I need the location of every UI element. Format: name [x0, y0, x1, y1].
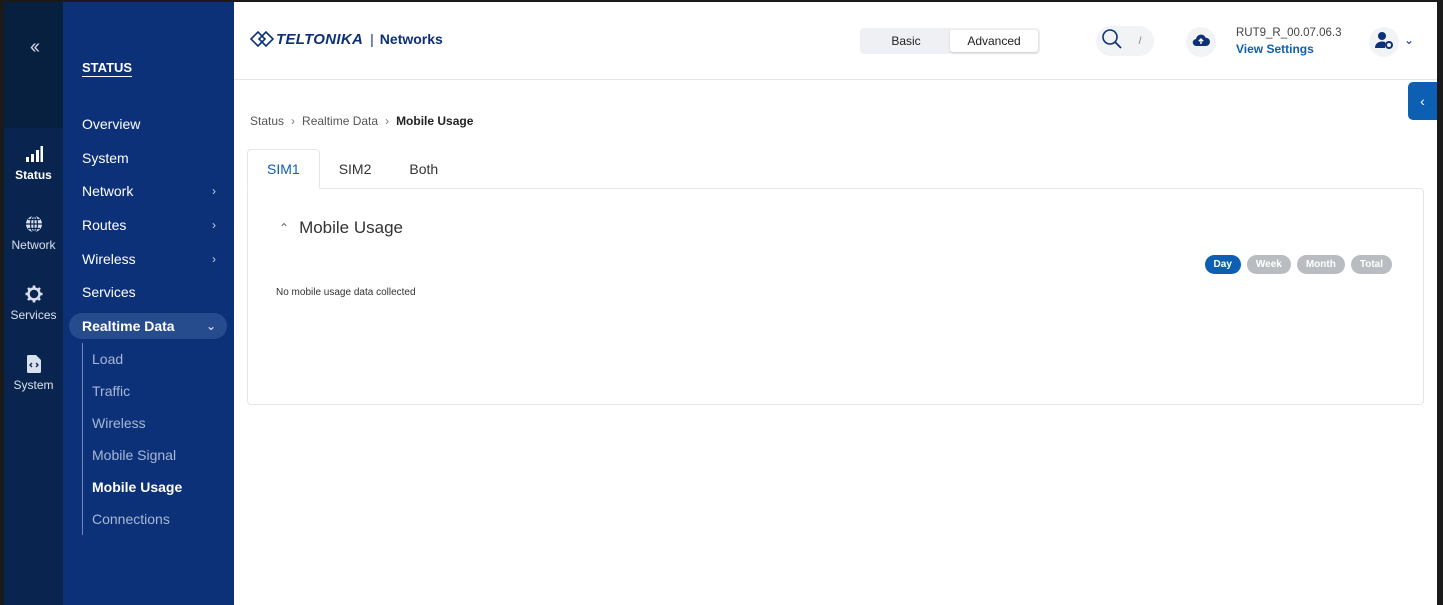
sidebar-item-system[interactable]: System [63, 141, 234, 175]
sidebar-item-services[interactable]: Services [63, 275, 234, 309]
period-day-button[interactable]: Day [1204, 255, 1241, 274]
sidebar-item-label: Overview [82, 115, 141, 132]
sidebar-item-overview[interactable]: Overview [63, 107, 234, 141]
sidebar-item-label: Services [82, 284, 136, 301]
sidebar-item-label: Routes [82, 216, 127, 233]
submenu-item-mobile-signal[interactable]: Mobile Signal [83, 439, 232, 471]
submenu-item-label: Mobile Usage [92, 479, 183, 495]
logo-separator: | [370, 31, 374, 47]
rail-item-label: Status [15, 168, 52, 182]
breadcrumb-item-current: Mobile Usage [396, 114, 474, 128]
chevron-right-icon: › [212, 217, 216, 232]
chevron-right-icon: › [212, 251, 216, 266]
period-selector: Day Week Month Total [1204, 255, 1392, 274]
submenu-item-label: Traffic [92, 383, 131, 399]
cloud-upload-button[interactable] [1186, 27, 1216, 57]
top-header: TELTONIKA | Networks Basic Advanced / RU… [234, 2, 1437, 80]
breadcrumb: Status › Realtime Data › Mobile Usage [250, 114, 473, 128]
chevron-down-icon: ⌄ [205, 319, 216, 334]
sidebar-item-label: System [82, 149, 129, 166]
sidebar-menu: Overview System Network › Routes › Wireles… [63, 107, 234, 343]
submenu-item-label: Connections [92, 511, 170, 527]
period-total-button[interactable]: Total [1350, 255, 1392, 274]
globe-icon [24, 214, 44, 234]
sidebar-heading: STATUS [82, 60, 133, 77]
user-settings-icon [1374, 30, 1394, 55]
rail-item-label: Network [11, 238, 56, 252]
rail-item-services[interactable]: Services [4, 268, 63, 338]
search-button[interactable]: / [1096, 26, 1154, 56]
period-month-button[interactable]: Month [1296, 255, 1345, 274]
submenu-item-traffic[interactable]: Traffic [83, 375, 232, 407]
sidebar-item-label: Network [82, 183, 134, 200]
gear-icon [24, 284, 44, 304]
tab-sim2[interactable]: SIM2 [320, 149, 391, 189]
chevron-right-icon: › [212, 184, 216, 199]
empty-state-message: No mobile usage data collected [276, 287, 416, 298]
submenu-item-label: Load [92, 351, 124, 367]
advanced-mode-button[interactable]: Advanced [950, 30, 1038, 52]
chevron-down-icon[interactable]: ⌄ [1404, 33, 1414, 47]
submenu-item-label: Wireless [92, 415, 146, 431]
search-icon [1101, 28, 1123, 55]
rail-item-status[interactable]: Status [4, 128, 63, 198]
chevron-right-icon: › [385, 114, 390, 128]
search-shortcut-key: / [1138, 35, 1142, 47]
rail-item-system[interactable]: System [4, 338, 63, 408]
mobile-usage-card: ⌃ Mobile Usage Day Week Month Total No m… [247, 188, 1424, 405]
rail-header: ‹‹ [4, 2, 63, 128]
sidebar-item-wireless[interactable]: Wireless › [63, 242, 234, 276]
rail-item-network[interactable]: Network [4, 198, 63, 268]
breadcrumb-item-status[interactable]: Status [250, 114, 284, 128]
breadcrumb-item-realtime-data[interactable]: Realtime Data [302, 114, 378, 128]
user-menu-button[interactable] [1369, 27, 1399, 57]
submenu-item-load[interactable]: Load [83, 343, 232, 375]
submenu-item-mobile-usage[interactable]: Mobile Usage [83, 471, 232, 503]
sidebar-item-label: Wireless [82, 250, 136, 267]
sidebar-item-label: Realtime Data [82, 318, 175, 335]
mode-toggle: Basic Advanced [860, 28, 1040, 54]
firmware-info: RUT9_R_00.07.06.3 View Settings [1236, 27, 1341, 56]
chevron-left-icon: ‹ [1420, 93, 1425, 109]
chevron-up-icon: ⌃ [279, 221, 290, 235]
submenu-item-label: Mobile Signal [92, 447, 177, 463]
logo-subtext: Networks [379, 31, 443, 47]
sidebar-item-realtime-data[interactable]: Realtime Data ⌄ [69, 313, 227, 340]
submenu-item-wireless[interactable]: Wireless [83, 407, 232, 439]
tab-both[interactable]: Both [390, 149, 457, 189]
file-code-icon [24, 354, 44, 374]
submenu-item-connections[interactable]: Connections [83, 503, 232, 535]
card-title: Mobile Usage [299, 218, 404, 237]
card-header[interactable]: ⌃ Mobile Usage [279, 218, 403, 238]
icon-rail: ‹‹ Status Network Services System [0, 2, 63, 605]
realtime-data-submenu: Load Traffic Wireless Mobile Signal Mobi… [82, 343, 232, 535]
teltonika-logo[interactable]: TELTONIKA | Networks [250, 30, 443, 48]
chevron-right-icon: › [291, 114, 296, 128]
collapse-icon[interactable]: ‹‹ [30, 36, 40, 128]
side-panel-toggle[interactable]: ‹ [1408, 82, 1437, 120]
rail-item-label: System [13, 378, 54, 392]
sidebar-item-routes[interactable]: Routes › [63, 208, 234, 242]
logo-text: TELTONIKA [276, 30, 364, 48]
rail-item-label: Services [10, 308, 57, 322]
basic-mode-button[interactable]: Basic [862, 30, 950, 52]
cloud-upload-icon [1192, 33, 1210, 52]
status-sidebar: STATUS Overview System Network › Routes › … [63, 2, 234, 605]
period-week-button[interactable]: Week [1246, 255, 1291, 274]
firmware-version: RUT9_R_00.07.06.3 [1236, 27, 1342, 39]
tab-sim1[interactable]: SIM1 [247, 149, 320, 189]
view-settings-link[interactable]: View Settings [1236, 42, 1341, 56]
signal-bars-icon [24, 144, 44, 164]
sidebar-item-network[interactable]: Network › [63, 174, 234, 208]
teltonika-mark-icon [250, 30, 275, 48]
sim-tabs: SIM1 SIM2 Both [247, 149, 457, 189]
